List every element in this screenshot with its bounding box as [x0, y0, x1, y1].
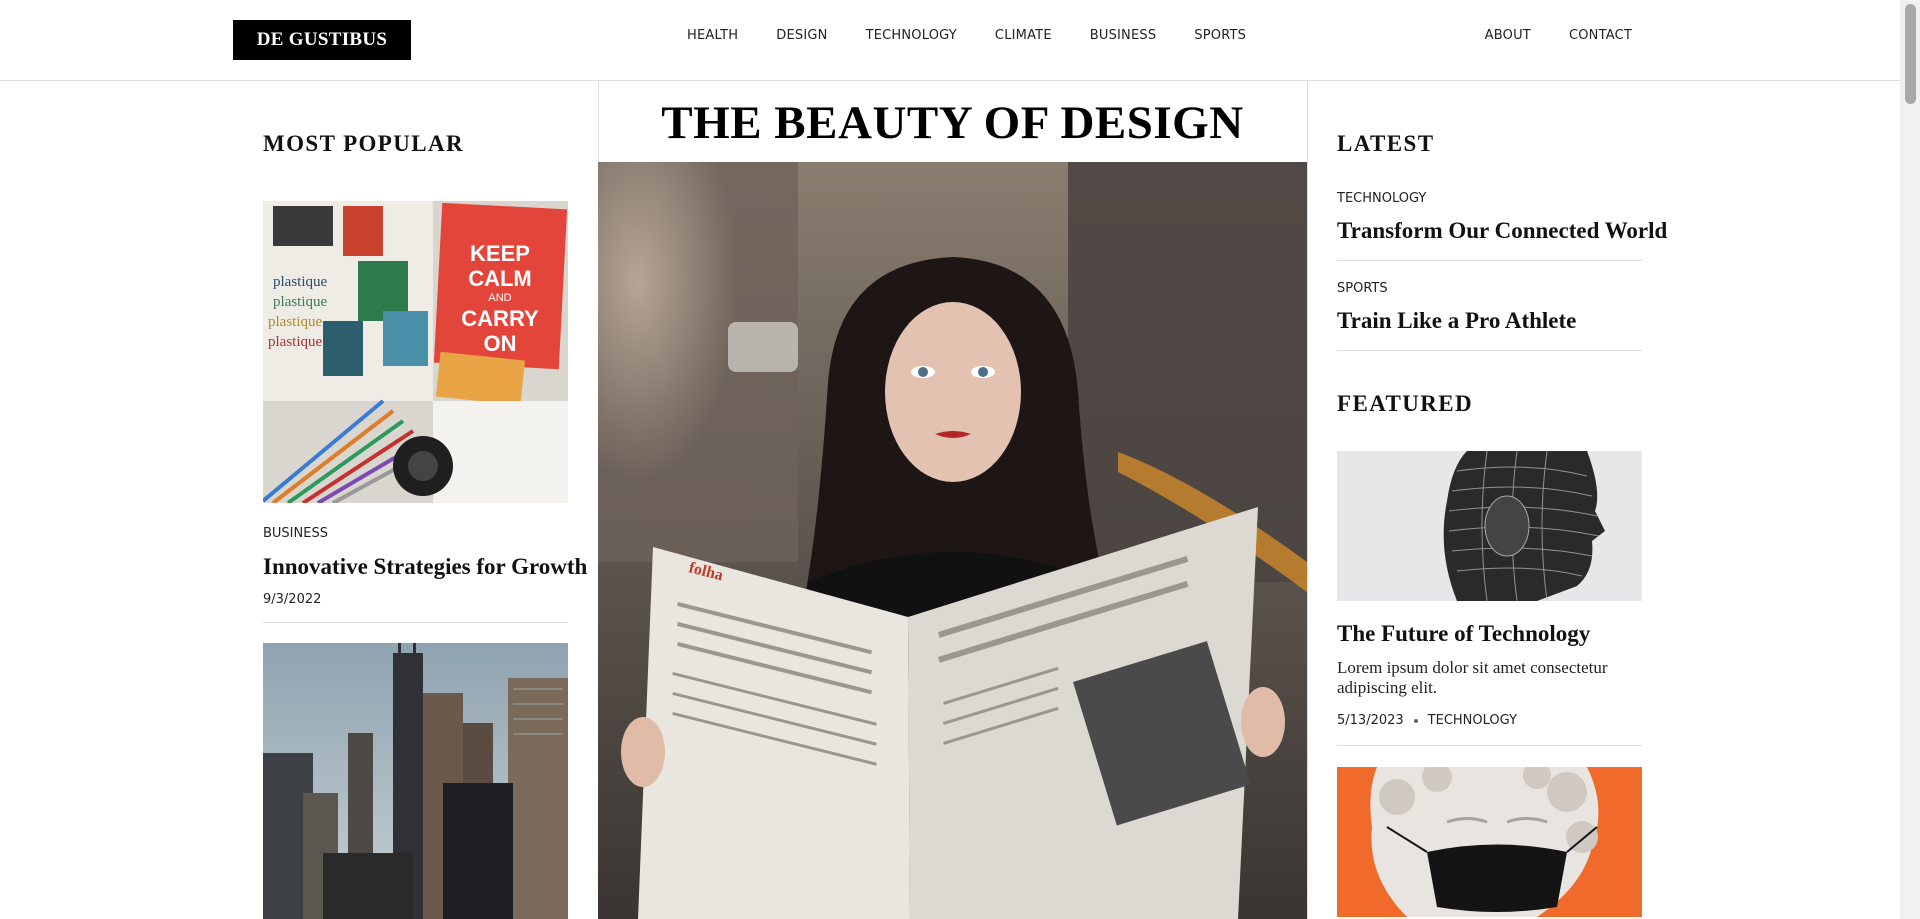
nav-link-business[interactable]: BUSINESS	[1090, 28, 1157, 43]
featured-article-category[interactable]: TECHNOLOGY	[1428, 713, 1517, 728]
svg-text:plastique: plastique	[268, 314, 322, 330]
svg-text:CALM: CALM	[468, 266, 532, 291]
divider	[263, 622, 568, 623]
svg-text:AND: AND	[488, 292, 511, 304]
popular-article-image-2[interactable]	[263, 643, 568, 919]
woman-reading-newspaper-illustration: folha	[598, 162, 1307, 919]
stationery-flatlay-illustration: plastique plastique plastique plastique …	[263, 201, 568, 503]
dot-separator-icon	[1413, 718, 1418, 723]
latest-article-title[interactable]: Train Like a Pro Athlete	[1337, 308, 1576, 334]
statue-with-mask-illustration	[1337, 767, 1642, 917]
nav-link-design[interactable]: DESIGN	[776, 28, 827, 43]
svg-text:plastique: plastique	[273, 294, 327, 310]
latest-article-category[interactable]: SPORTS	[1337, 281, 1388, 296]
divider	[1337, 350, 1642, 351]
nav-link-about[interactable]: ABOUT	[1485, 28, 1531, 43]
featured-heading: FEATURED	[1337, 391, 1474, 416]
divider	[1337, 745, 1642, 746]
divider	[1337, 260, 1642, 261]
latest-heading: LATEST	[1337, 131, 1435, 156]
nav-link-contact[interactable]: CONTACT	[1569, 28, 1632, 43]
nav-link-technology[interactable]: TECHNOLOGY	[866, 28, 957, 43]
city-skyline-illustration	[263, 643, 568, 919]
hero-title[interactable]: THE BEAUTY OF DESIGN	[598, 96, 1307, 150]
most-popular-heading: MOST POPULAR	[263, 131, 465, 156]
column-divider-right	[1307, 81, 1308, 919]
main-nav: HEALTH DESIGN TECHNOLOGY CLIMATE BUSINES…	[668, 28, 1265, 43]
svg-text:plastique: plastique	[273, 274, 327, 290]
featured-article-excerpt: Lorem ipsum dolor sit amet consectetur a…	[1337, 658, 1608, 697]
featured-article-image-2[interactable]	[1337, 767, 1642, 917]
site-logo[interactable]: DE GUSTIBUS	[233, 20, 411, 60]
svg-text:ON: ON	[484, 331, 517, 356]
popular-article-date: 9/3/2022	[263, 592, 322, 607]
popular-article-image[interactable]: plastique plastique plastique plastique …	[263, 201, 568, 503]
nav-link-health[interactable]: HEALTH	[687, 28, 738, 43]
site-header: DE GUSTIBUS HEALTH DESIGN TECHNOLOGY CLI…	[0, 0, 1900, 81]
svg-text:plastique: plastique	[268, 334, 322, 350]
secondary-nav: ABOUT CONTACT	[1447, 28, 1632, 43]
wireframe-head-illustration	[1337, 451, 1642, 601]
featured-article-title[interactable]: The Future of Technology	[1337, 621, 1590, 647]
svg-text:KEEP: KEEP	[470, 241, 530, 266]
page-scrollbar[interactable]	[1900, 0, 1920, 919]
nav-link-sports[interactable]: SPORTS	[1194, 28, 1246, 43]
popular-article-title[interactable]: Innovative Strategies for Growth	[263, 554, 587, 580]
svg-text:CARRY: CARRY	[461, 306, 539, 331]
hero-image[interactable]: folha	[598, 162, 1307, 919]
featured-article-date: 5/13/2023	[1337, 713, 1404, 728]
latest-article-title[interactable]: Transform Our Connected World	[1337, 218, 1667, 244]
featured-article-meta: 5/13/2023 TECHNOLOGY	[1337, 713, 1517, 728]
nav-link-climate[interactable]: CLIMATE	[995, 28, 1052, 43]
featured-article-image[interactable]	[1337, 451, 1642, 601]
scrollbar-thumb[interactable]	[1905, 4, 1916, 104]
latest-article-category[interactable]: TECHNOLOGY	[1337, 191, 1426, 206]
popular-article-category[interactable]: BUSINESS	[263, 526, 328, 541]
